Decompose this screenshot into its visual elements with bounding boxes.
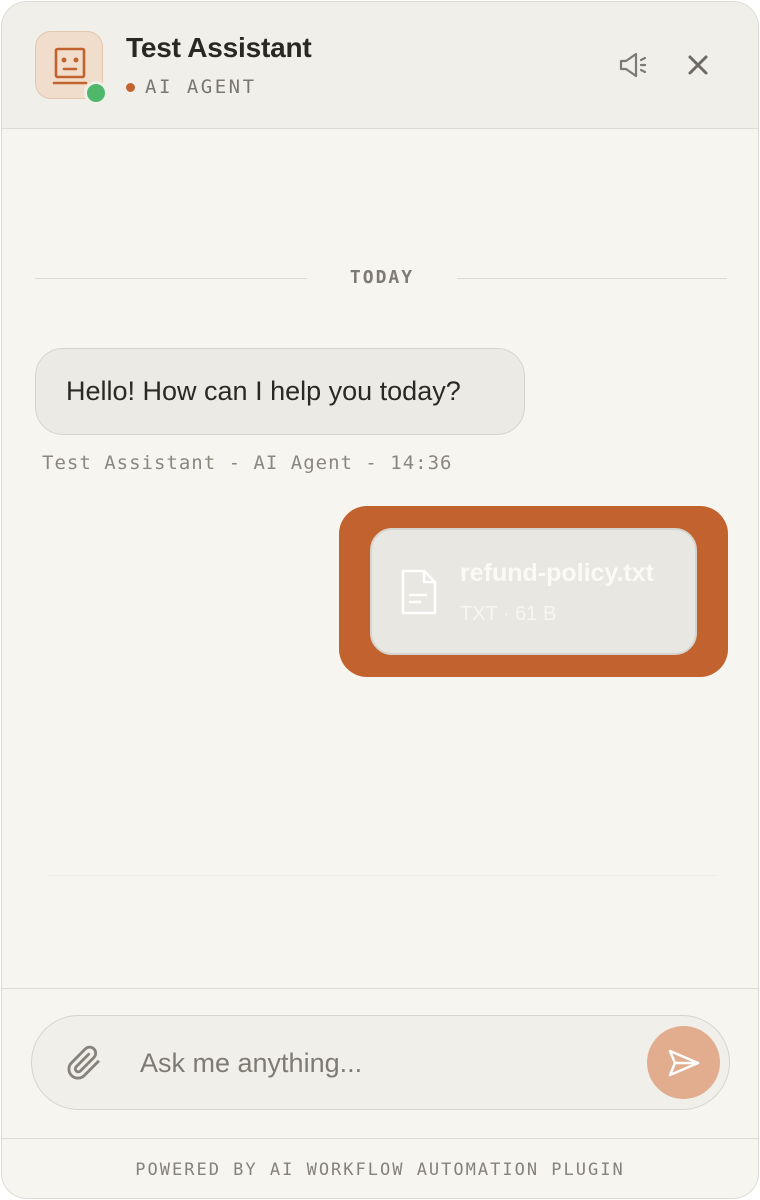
- user-message-bubble: refund-policy.txt TXT · 61 B: [339, 506, 728, 677]
- divider-line-left: [35, 278, 307, 279]
- file-attachment[interactable]: refund-policy.txt TXT · 61 B: [370, 528, 697, 655]
- chat-widget: Test Assistant AI AGENT TODAY Hello! How…: [1, 1, 759, 1199]
- powered-by-footer: POWERED BY AI WORKFLOW AUTOMATION PLUGIN: [2, 1138, 758, 1198]
- attachment-file-meta: TXT · 61 B: [460, 603, 557, 625]
- paperclip-icon: [67, 1045, 100, 1080]
- close-button[interactable]: [679, 46, 717, 84]
- close-icon: [688, 55, 708, 75]
- divider-line-right: [457, 278, 727, 279]
- agent-name: Test Assistant: [126, 32, 312, 63]
- send-button[interactable]: [647, 1026, 720, 1099]
- agent-message-bubble: Hello! How can I help you today?: [35, 348, 525, 435]
- role-dot: [126, 82, 135, 92]
- composer-input-wrap: [31, 1015, 730, 1110]
- agent-role: AI AGENT: [126, 76, 257, 98]
- agent-role-label: AI AGENT: [145, 76, 257, 98]
- speaker-icon: [619, 52, 647, 78]
- message-list[interactable]: TODAY Hello! How can I help you today? T…: [2, 130, 758, 988]
- attachment-file-name: refund-policy.txt: [460, 559, 654, 587]
- online-status-dot: [84, 81, 108, 105]
- agent-message-meta: Test Assistant - AI Agent - 14:36: [42, 452, 453, 474]
- list-end-separator: [47, 875, 717, 876]
- message-input[interactable]: [140, 1038, 630, 1088]
- send-icon: [668, 1049, 699, 1076]
- message-composer: [2, 988, 758, 1138]
- document-icon: [401, 569, 437, 615]
- chat-header: Test Assistant AI AGENT: [2, 2, 758, 129]
- mute-button[interactable]: [614, 46, 652, 84]
- date-divider: TODAY: [349, 267, 415, 288]
- attach-button[interactable]: [66, 1045, 102, 1081]
- robot-icon: [52, 47, 88, 85]
